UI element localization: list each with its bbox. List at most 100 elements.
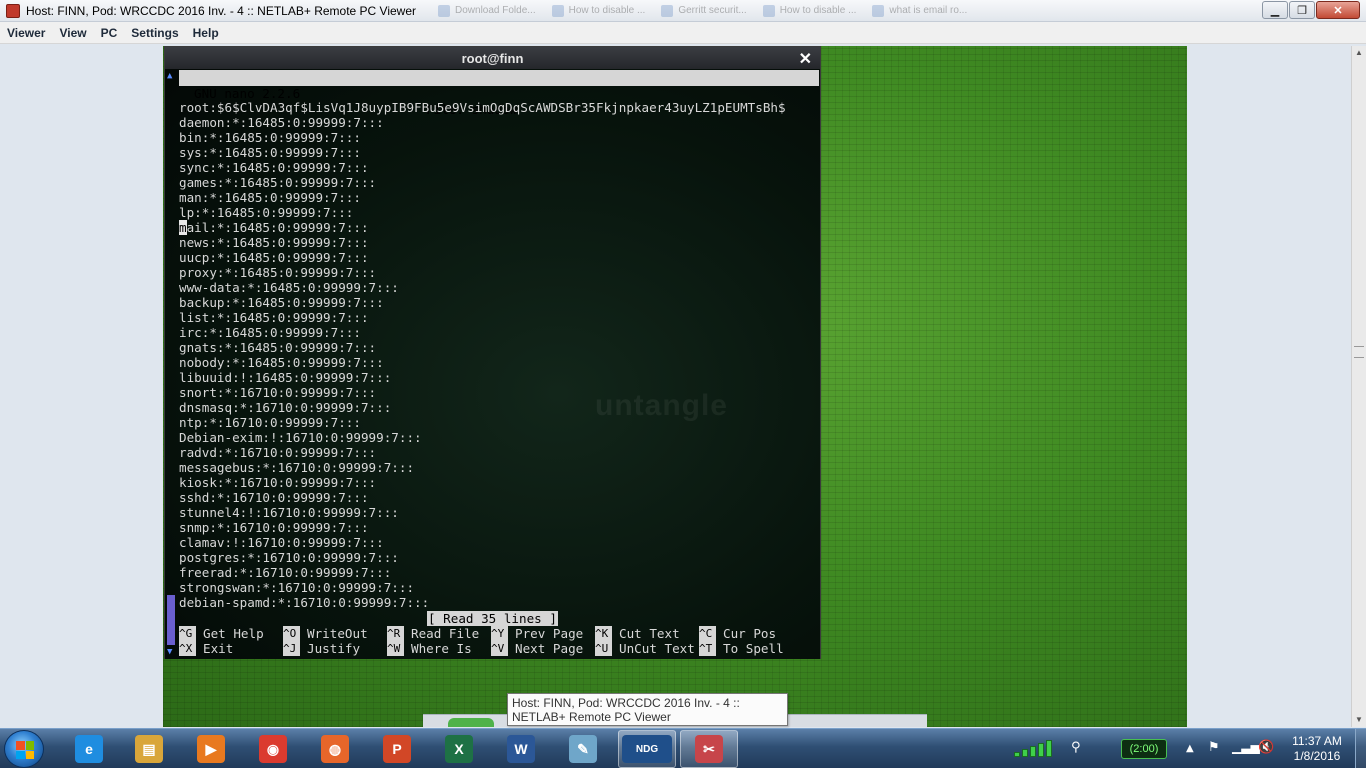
file-line[interactable]: sshd:*:16710:0:99999:7::: — [179, 490, 786, 505]
menu-viewer[interactable]: Viewer — [0, 26, 52, 40]
file-line[interactable]: nobody:*:16485:0:99999:7::: — [179, 355, 786, 370]
file-line[interactable]: snort:*:16710:0:99999:7::: — [179, 385, 786, 400]
action-center-flag-icon[interactable]: ⚑ — [1208, 740, 1220, 755]
terminal-scroll-thumb[interactable] — [167, 595, 175, 645]
file-line[interactable]: sync:*:16485:0:99999:7::: — [179, 160, 786, 175]
close-button[interactable]: ✕ — [1316, 1, 1360, 19]
chrome-icon: ◉ — [259, 735, 287, 763]
file-line[interactable]: root:$6$ClvDA3qf$LisVq1J8uypIB9FBu5e9Vsi… — [179, 100, 786, 115]
file-line[interactable]: strongswan:*:16710:0:99999:7::: — [179, 580, 786, 595]
viewer-scrollbar[interactable]: ▲ ▼ — [1351, 46, 1366, 727]
show-hidden-icons-icon[interactable]: ▲ — [1186, 743, 1194, 754]
shortcut-item[interactable]: ^Y Prev Page — [491, 626, 595, 641]
scroll-down-arrow-icon[interactable]: ▼ — [1352, 713, 1366, 727]
shortcut-item[interactable]: ^X Exit — [179, 641, 283, 656]
terminal-body[interactable]: untangle ▲ ▼ GNU nano 2.2.6 File: shadow… — [165, 69, 820, 659]
system-clock[interactable]: 11:37 AM 1/8/2016 — [1282, 734, 1352, 764]
file-line[interactable]: debian-spamd:*:16710:0:99999:7::: — [179, 595, 786, 610]
file-line[interactable]: list:*:16485:0:99999:7::: — [179, 310, 786, 325]
taskbar-snipping-tool-button[interactable]: ✂ — [680, 730, 738, 768]
maximize-button[interactable]: ❐ — [1289, 1, 1315, 19]
shortcut-item[interactable]: ^J Justify — [283, 641, 387, 656]
shortcut-item[interactable]: ^V Next Page — [491, 641, 595, 656]
file-line[interactable]: www-data:*:16485:0:99999:7::: — [179, 280, 786, 295]
taskbar-notepad-button[interactable]: ✎ — [554, 730, 612, 768]
background-tab[interactable]: Gerritt securit... — [653, 1, 754, 21]
background-tab[interactable]: what is email ro... — [864, 1, 975, 21]
shortcut-item[interactable]: ^G Get Help — [179, 626, 283, 641]
menu-pc[interactable]: PC — [94, 26, 125, 40]
file-line[interactable]: bin:*:16485:0:99999:7::: — [179, 130, 786, 145]
show-desktop-button[interactable] — [1355, 729, 1366, 768]
taskbar-powerpoint-button[interactable]: P — [368, 730, 426, 768]
battery-indicator[interactable]: (2:00) — [1121, 739, 1167, 759]
taskbar-media-player-button[interactable]: ▶ — [182, 730, 240, 768]
menu-help[interactable]: Help — [186, 26, 226, 40]
file-line[interactable]: kiosk:*:16710:0:99999:7::: — [179, 475, 786, 490]
background-tab[interactable]: How to disable ... — [755, 1, 865, 21]
file-line[interactable]: snmp:*:16710:0:99999:7::: — [179, 520, 786, 535]
file-line[interactable]: freerad:*:16710:0:99999:7::: — [179, 565, 786, 580]
file-line[interactable]: backup:*:16485:0:99999:7::: — [179, 295, 786, 310]
volume-muted-icon[interactable]: 🔇 — [1258, 740, 1274, 755]
file-line[interactable]: news:*:16485:0:99999:7::: — [179, 235, 786, 250]
file-line[interactable]: gnats:*:16485:0:99999:7::: — [179, 340, 786, 355]
terminal-window[interactable]: root@finn ✕ untangle ▲ ▼ GNU nano 2.2.6 … — [164, 46, 821, 659]
shortcut-item[interactable]: ^R Read File — [387, 626, 491, 641]
wireless-icon[interactable]: ⚲ — [1071, 740, 1081, 755]
shortcut-item[interactable]: ^W Where Is — [387, 641, 491, 656]
taskbar-chrome-button[interactable]: ◉ — [244, 730, 302, 768]
scroll-up-arrow-icon[interactable]: ▲ — [1352, 46, 1366, 60]
start-button[interactable] — [4, 730, 44, 768]
menu-view[interactable]: View — [52, 26, 93, 40]
file-line[interactable]: libuuid:!:16485:0:99999:7::: — [179, 370, 786, 385]
file-line[interactable]: postgres:*:16710:0:99999:7::: — [179, 550, 786, 565]
scroll-grip-icon[interactable] — [1354, 346, 1364, 358]
signal-bars-icon[interactable]: ▁▃▅ — [1232, 740, 1260, 754]
tab-favicon-icon — [762, 4, 775, 17]
file-line[interactable]: clamav:!:16710:0:99999:7::: — [179, 535, 786, 550]
remote-start-button[interactable] — [448, 718, 494, 727]
powerpoint-icon: P — [383, 735, 411, 763]
file-line[interactable]: sys:*:16485:0:99999:7::: — [179, 145, 786, 160]
terminal-close-icon[interactable]: ✕ — [799, 49, 812, 69]
file-line[interactable]: irc:*:16485:0:99999:7::: — [179, 325, 786, 340]
terminal-scroll-down-icon[interactable]: ▼ — [167, 647, 172, 657]
file-line[interactable]: lp:*:16485:0:99999:7::: — [179, 205, 786, 220]
shortcut-item[interactable]: ^C Cur Pos — [699, 626, 803, 641]
shortcut-item[interactable]: ^O WriteOut — [283, 626, 387, 641]
file-line[interactable]: mail:*:16485:0:99999:7::: — [179, 220, 786, 235]
terminal-scrollbar[interactable]: ▲ ▼ — [166, 69, 176, 659]
terminal-scroll-up-icon[interactable]: ▲ — [167, 71, 172, 81]
minimize-button[interactable]: ▁ — [1262, 1, 1288, 19]
file-line[interactable]: man:*:16485:0:99999:7::: — [179, 190, 786, 205]
file-line[interactable]: proxy:*:16485:0:99999:7::: — [179, 265, 786, 280]
background-tab-label: what is email ro... — [889, 5, 968, 16]
taskbar-firefox-button[interactable]: ◍ — [306, 730, 364, 768]
file-line[interactable]: daemon:*:16485:0:99999:7::: — [179, 115, 786, 130]
shortcut-item[interactable]: ^K Cut Text — [595, 626, 699, 641]
shortcut-item[interactable]: ^U UnCut Text — [595, 641, 699, 656]
background-tab[interactable]: How to disable ... — [544, 1, 654, 21]
shortcut-label: Exit — [203, 641, 234, 656]
file-line[interactable]: ntp:*:16710:0:99999:7::: — [179, 415, 786, 430]
taskbar-file-explorer-button[interactable]: ▤ — [120, 730, 178, 768]
taskbar-excel-button[interactable]: X — [430, 730, 488, 768]
file-line[interactable]: uucp:*:16485:0:99999:7::: — [179, 250, 786, 265]
file-line[interactable]: stunnel4:!:16710:0:99999:7::: — [179, 505, 786, 520]
taskbar-word-button[interactable]: W — [492, 730, 550, 768]
internet-explorer-icon: e — [75, 735, 103, 763]
background-tab[interactable]: Download Folde... — [430, 1, 544, 21]
taskbar-internet-explorer-button[interactable]: e — [60, 730, 118, 768]
taskbar-netlab-viewer-button[interactable]: NDG — [618, 730, 676, 768]
file-line[interactable]: messagebus:*:16710:0:99999:7::: — [179, 460, 786, 475]
file-line[interactable]: dnsmasq:*:16710:0:99999:7::: — [179, 400, 786, 415]
file-line[interactable]: games:*:16485:0:99999:7::: — [179, 175, 786, 190]
file-line[interactable]: Debian-exim:!:16710:0:99999:7::: — [179, 430, 786, 445]
shortcut-item[interactable]: ^T To Spell — [699, 641, 803, 656]
file-line[interactable]: radvd:*:16710:0:99999:7::: — [179, 445, 786, 460]
file-content[interactable]: root:$6$ClvDA3qf$LisVq1J8uypIB9FBu5e9Vsi… — [179, 100, 786, 610]
network-strength-icon[interactable] — [1014, 739, 1058, 757]
menu-settings[interactable]: Settings — [124, 26, 185, 40]
shortcut-key: ^G — [179, 626, 196, 641]
